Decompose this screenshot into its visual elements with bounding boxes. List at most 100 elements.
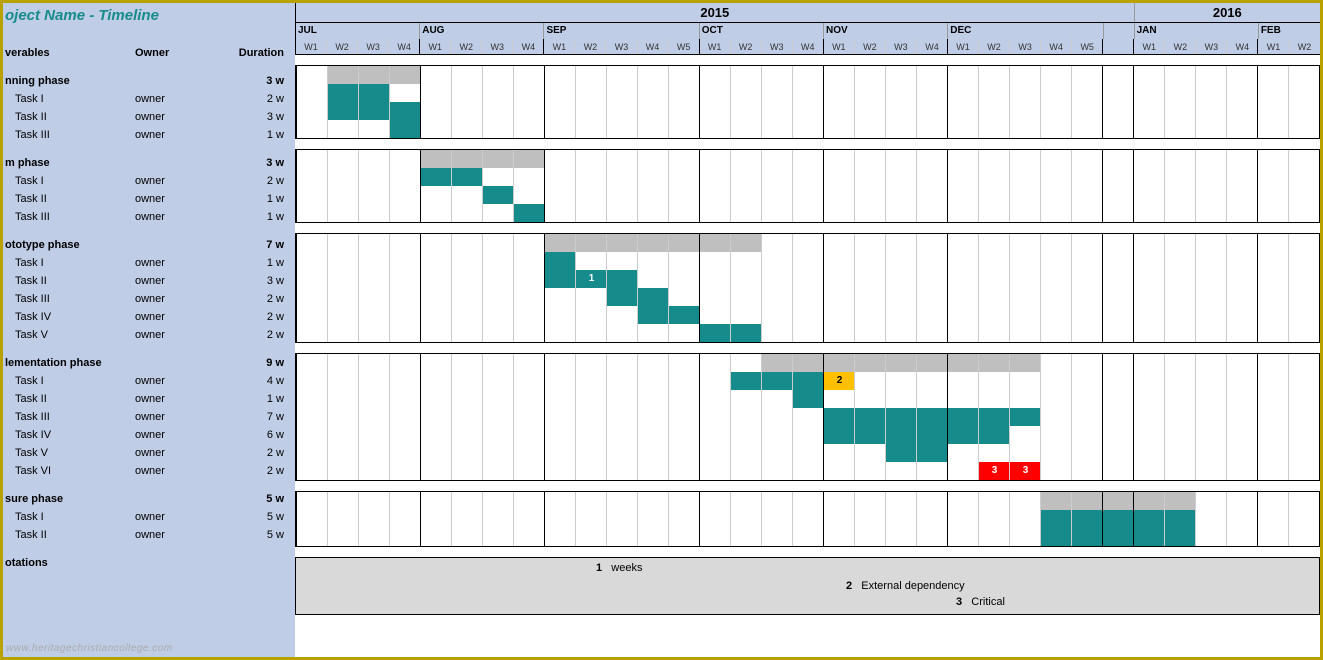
week-cell: W3: [1195, 39, 1226, 54]
week-cell: W3: [357, 39, 388, 54]
task-duration: 1 w: [220, 257, 290, 269]
col-duration: Duration: [220, 47, 290, 59]
task-duration: 2 w: [220, 311, 290, 323]
week-cell: W2: [1289, 39, 1320, 54]
week-cell: [1102, 39, 1133, 54]
phase-duration: 3 w: [220, 157, 290, 169]
timeline-panel: 20152016 JULAUGSEPOCTNOVDECJANFEB W1W2W3…: [295, 3, 1320, 657]
task-duration: 1 w: [220, 211, 290, 223]
week-cell: W4: [388, 39, 419, 54]
task-name: Task I: [5, 175, 135, 187]
task-name: Task I: [5, 257, 135, 269]
task-duration: 2 w: [220, 175, 290, 187]
week-cell: W2: [1164, 39, 1195, 54]
task-owner: owner: [135, 129, 220, 141]
year-cell: 2015: [295, 3, 1134, 22]
week-cell: W2: [326, 39, 357, 54]
task-duration: 5 w: [220, 511, 290, 523]
task-owner: owner: [135, 311, 220, 323]
month-cell: JUL: [295, 23, 419, 39]
gantt-body: 12331 weeks2 External dependency3 Critic…: [295, 55, 1320, 615]
task-duration: 3 w: [220, 275, 290, 287]
task-name: Task VI: [5, 465, 135, 477]
month-cell: [1103, 23, 1134, 39]
task-duration: 1 w: [220, 193, 290, 205]
task-name: Task II: [5, 275, 135, 287]
month-cell: OCT: [699, 23, 823, 39]
task-duration: 1 w: [220, 129, 290, 141]
task-owner: owner: [135, 211, 220, 223]
task-owner: owner: [135, 529, 220, 541]
phase-name: lementation phase: [5, 357, 135, 369]
task-owner: owner: [135, 393, 220, 405]
week-cell: W4: [792, 39, 823, 54]
task-owner: owner: [135, 193, 220, 205]
phase-duration: 3 w: [220, 75, 290, 87]
task-owner: owner: [135, 175, 220, 187]
task-owner: owner: [135, 293, 220, 305]
week-cell: W5: [1071, 39, 1102, 54]
week-cell: W4: [1040, 39, 1071, 54]
phase-duration: 5 w: [220, 493, 290, 505]
week-cell: W1: [699, 39, 730, 54]
year-row: 20152016: [295, 3, 1320, 23]
legend-item: 1 weeks: [596, 562, 642, 574]
task-name: Task III: [5, 293, 135, 305]
task-duration: 2 w: [220, 465, 290, 477]
week-cell: W3: [761, 39, 792, 54]
legend-item: 2 External dependency: [846, 580, 965, 592]
month-row: JULAUGSEPOCTNOVDECJANFEB: [295, 23, 1320, 39]
month-cell: DEC: [947, 23, 1102, 39]
task-duration: 2 w: [220, 329, 290, 341]
task-duration: 7 w: [220, 411, 290, 423]
task-duration: 5 w: [220, 529, 290, 541]
week-row: W1W2W3W4W1W2W3W4W1W2W3W4W5W1W2W3W4W1W2W3…: [295, 39, 1320, 55]
task-duration: 1 w: [220, 393, 290, 405]
task-name: Task V: [5, 447, 135, 459]
week-cell: W3: [481, 39, 512, 54]
col-owner: Owner: [135, 47, 220, 59]
app-frame: oject Name - Timeline verables Owner Dur…: [0, 0, 1323, 660]
task-duration: 2 w: [220, 293, 290, 305]
week-cell: W4: [1226, 39, 1257, 54]
task-name: Task III: [5, 211, 135, 223]
month-cell: JAN: [1134, 23, 1258, 39]
gantt-section: 233: [295, 353, 1320, 481]
task-duration: 6 w: [220, 429, 290, 441]
week-cell: W3: [885, 39, 916, 54]
task-name: Task II: [5, 393, 135, 405]
task-owner: owner: [135, 275, 220, 287]
week-cell: W2: [574, 39, 605, 54]
week-cell: W3: [605, 39, 636, 54]
columns-header: verables Owner Duration: [3, 44, 295, 62]
task-duration: 2 w: [220, 93, 290, 105]
phase-duration: 9 w: [220, 357, 290, 369]
task-name: Task V: [5, 329, 135, 341]
annotations-label: otations: [5, 557, 135, 569]
watermark: www.heritagechristiancollege.com: [6, 643, 173, 654]
gantt-section: [295, 65, 1320, 139]
task-name: Task I: [5, 511, 135, 523]
week-cell: W4: [512, 39, 543, 54]
week-cell: W1: [1257, 39, 1288, 54]
col-deliverables: verables: [5, 47, 135, 59]
task-owner: owner: [135, 111, 220, 123]
left-panel: oject Name - Timeline verables Owner Dur…: [3, 3, 295, 657]
task-duration: 3 w: [220, 111, 290, 123]
legend-item: 3 Critical: [956, 596, 1005, 608]
week-cell: W3: [1009, 39, 1040, 54]
month-cell: AUG: [419, 23, 543, 39]
phase-name: nning phase: [5, 75, 135, 87]
task-name: Task II: [5, 529, 135, 541]
week-cell: W4: [916, 39, 947, 54]
task-name: Task IV: [5, 429, 135, 441]
task-owner: owner: [135, 257, 220, 269]
task-owner: owner: [135, 465, 220, 477]
week-cell: W1: [947, 39, 978, 54]
year-cell: 2016: [1134, 3, 1320, 22]
week-cell: W1: [543, 39, 574, 54]
month-cell: SEP: [543, 23, 698, 39]
task-owner: owner: [135, 93, 220, 105]
legend: 1 weeks 2 External dependency 3 Critical: [295, 557, 1320, 615]
task-name: Task I: [5, 93, 135, 105]
